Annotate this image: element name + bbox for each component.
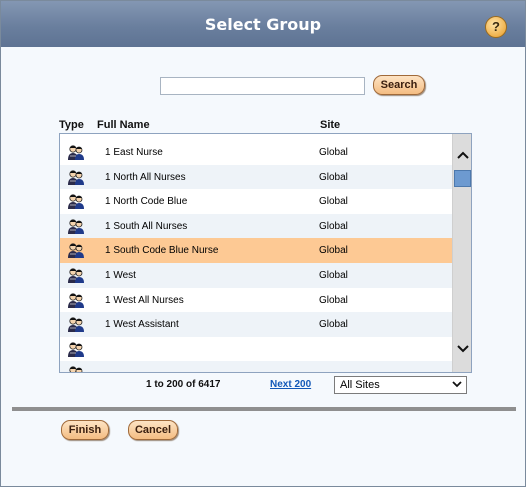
search-input[interactable] bbox=[160, 77, 365, 95]
group-people-icon bbox=[67, 144, 85, 161]
column-header-type: Type bbox=[59, 119, 84, 131]
list-item[interactable] bbox=[60, 361, 452, 372]
chevron-down-icon[interactable] bbox=[453, 340, 471, 360]
group-site: Global bbox=[319, 196, 348, 208]
group-site: Global bbox=[319, 245, 348, 257]
pager-range: 1 to 200 of 6417 bbox=[146, 379, 221, 390]
select-group-dialog: Select Group ? Search Type Full Name Sit… bbox=[0, 0, 526, 487]
scrollbar-thumb[interactable] bbox=[454, 170, 471, 187]
group-name: 1 West bbox=[105, 269, 136, 281]
group-site: Global bbox=[319, 294, 348, 306]
list-item[interactable]: 1 East Nurse Global bbox=[60, 140, 452, 165]
column-header-full-name: Full Name bbox=[97, 119, 150, 131]
footer-divider bbox=[12, 407, 516, 411]
list-item[interactable]: 1 West Assistant Global bbox=[60, 312, 452, 337]
group-people-icon bbox=[67, 365, 85, 372]
cancel-button[interactable]: Cancel bbox=[128, 420, 178, 440]
list-item[interactable]: 1 North All Nurses Global bbox=[60, 164, 452, 190]
group-people-icon bbox=[67, 242, 85, 259]
site-filter-value: All Sites bbox=[340, 379, 380, 391]
list-item[interactable]: 1 North Code Blue Global bbox=[60, 189, 452, 214]
group-people-icon bbox=[67, 292, 85, 309]
dialog-titlebar: Select Group ? bbox=[1, 1, 525, 47]
list-scrollbar[interactable] bbox=[452, 134, 471, 372]
chevron-up-icon[interactable] bbox=[453, 146, 471, 166]
group-site: Global bbox=[319, 147, 348, 158]
help-button[interactable]: ? bbox=[485, 16, 507, 38]
group-name: 1 West All Nurses bbox=[105, 294, 184, 306]
group-site: Global bbox=[319, 220, 348, 232]
search-button[interactable]: Search bbox=[373, 75, 425, 95]
dialog-title: Select Group bbox=[204, 15, 322, 34]
group-name: 1 South All Nurses bbox=[105, 220, 188, 232]
group-people-icon bbox=[67, 267, 85, 284]
group-people-icon bbox=[67, 218, 85, 235]
group-name: 1 West Assistant bbox=[105, 319, 179, 331]
group-site: Global bbox=[319, 319, 348, 331]
group-name: 1 South Code Blue Nurse bbox=[105, 245, 219, 257]
group-people-icon bbox=[67, 169, 85, 186]
site-filter-select[interactable]: All Sites bbox=[334, 376, 467, 394]
group-name: 1 North All Nurses bbox=[105, 171, 186, 183]
group-people-icon bbox=[67, 316, 85, 333]
chevron-down-icon bbox=[451, 379, 463, 392]
list-item[interactable]: 1 South Code Blue Nurse Global bbox=[60, 238, 452, 263]
group-list-rows: 1 East Nurse Global 1 North All Nurses Glob… bbox=[60, 140, 452, 372]
group-people-icon bbox=[67, 193, 85, 210]
group-name: 1 East Nurse bbox=[105, 147, 163, 158]
next-page-link[interactable]: Next 200 bbox=[270, 379, 311, 390]
group-list[interactable]: 1 East Nurse Global 1 North All Nurses Glob… bbox=[59, 133, 472, 373]
list-item[interactable]: 1 West All Nurses Global bbox=[60, 288, 452, 313]
list-item[interactable] bbox=[60, 337, 452, 362]
group-people-icon bbox=[67, 341, 85, 358]
group-site: Global bbox=[319, 269, 348, 281]
list-item[interactable]: 1 West Global bbox=[60, 262, 452, 288]
list-item[interactable]: 1 South All Nurses Global bbox=[60, 213, 452, 239]
group-name: 1 North Code Blue bbox=[105, 196, 188, 208]
group-site: Global bbox=[319, 171, 348, 183]
finish-button[interactable]: Finish bbox=[61, 420, 109, 440]
column-header-site: Site bbox=[320, 119, 341, 131]
